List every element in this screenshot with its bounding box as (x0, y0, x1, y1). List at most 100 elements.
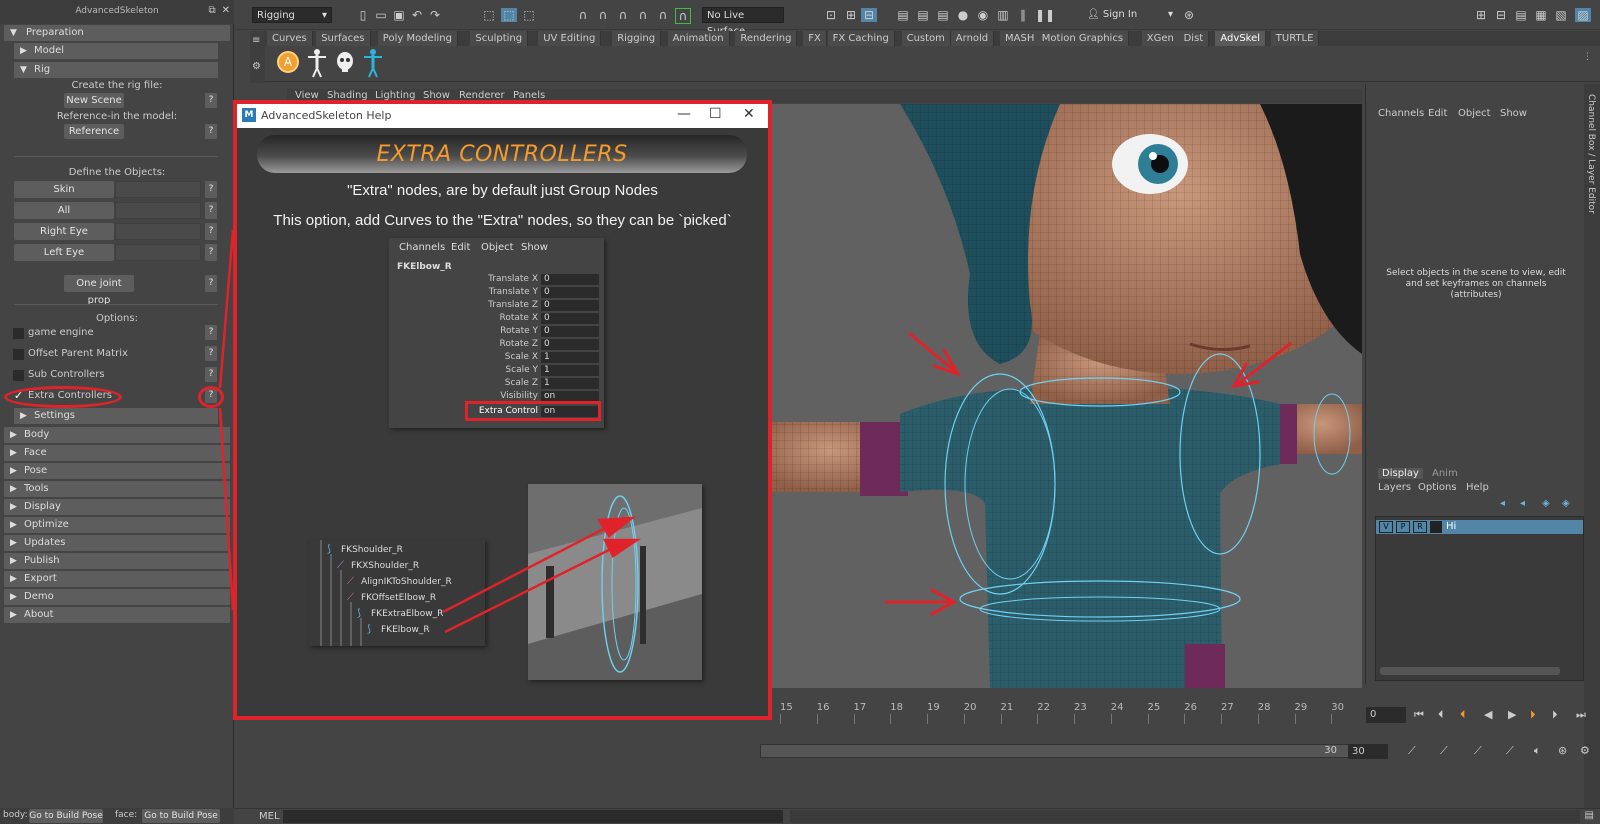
layer-color-swatch[interactable] (1430, 521, 1442, 533)
channel-box-side-label[interactable]: Channel Box / Layer Editor (1586, 94, 1596, 214)
shelf-tab-curves[interactable]: Curves (267, 31, 313, 46)
auto-key-icon[interactable]: ⊛ (1558, 744, 1567, 757)
snap-view-icon[interactable]: ∩ (655, 8, 671, 22)
shelf-tab-animation[interactable]: Animation (667, 31, 730, 46)
key-tangent-icon[interactable]: ⟋ (1506, 744, 1514, 758)
shelf-tab-sculpting[interactable]: Sculpting (470, 31, 529, 46)
tool-settings-icon[interactable]: ▧ (1553, 8, 1569, 22)
ipr-pause-icon[interactable]: ∥ (1015, 8, 1031, 22)
frame-publish[interactable]: ▶ Publish (4, 553, 230, 569)
select-hierarchy-icon[interactable]: ⬚ (481, 8, 497, 22)
shelf-scroll-icon[interactable]: ⋮ (1583, 52, 1592, 62)
workspace-icon[interactable]: ⊞ (1473, 8, 1489, 22)
frame-tools[interactable]: ▶ Tools (4, 481, 230, 497)
channels-menu-show[interactable]: Show (1500, 108, 1527, 119)
time-slider[interactable]: 15 16 17 18 19 20 21 22 23 24 25 26 27 28 29 30 (760, 700, 1360, 726)
close-icon[interactable]: ✕ (222, 5, 230, 16)
frame-preparation[interactable]: ▼ Preparation (4, 25, 230, 41)
snap-grid-icon[interactable]: ∩ (575, 8, 591, 22)
shelf-tab-mash[interactable]: MASH (1000, 31, 1041, 46)
step-back-key-icon[interactable]: ⏴ (1460, 708, 1466, 722)
help-button[interactable]: ? (205, 124, 217, 139)
layer-row[interactable]: V P R Hi (1376, 520, 1583, 534)
minimize-icon[interactable]: — (677, 106, 691, 122)
sound-icon[interactable]: 🔈︎ (1534, 744, 1541, 758)
new-empty-layer-icon[interactable]: ◈ (1542, 498, 1550, 509)
shelf-tab-arnold[interactable]: Arnold (950, 31, 995, 46)
menu-set-dropdown[interactable]: Rigging ▾ (252, 7, 332, 23)
maximize-icon[interactable]: ☐ (709, 106, 722, 122)
layer-tab-anim[interactable]: Anim (1432, 468, 1458, 479)
layer-menu-options[interactable]: Options (1418, 482, 1457, 493)
shelf-tab-turtle[interactable]: TURTLE (1270, 31, 1320, 46)
sub-controllers-checkbox[interactable] (13, 370, 24, 381)
shelf-tab-motion-graphics[interactable]: Motion Graphics (1036, 31, 1130, 46)
step-back-icon[interactable]: ⏴ (1438, 708, 1444, 722)
offset-parent-matrix-checkbox[interactable] (13, 349, 24, 360)
undo-icon[interactable]: ↶ (409, 8, 425, 22)
save-icon[interactable]: ▣ (391, 8, 407, 22)
mel-label[interactable]: MEL (259, 811, 280, 822)
select-object-icon[interactable]: ⬚ (501, 8, 517, 22)
arnold-icon[interactable]: ▥ (995, 8, 1011, 22)
move-layer-down-icon[interactable]: ◂ (1520, 498, 1525, 509)
frame-display[interactable]: ▶ Display (4, 499, 230, 515)
frame-optimize[interactable]: ▶ Optimize (4, 517, 230, 533)
picker-icon[interactable] (363, 48, 383, 78)
go-to-end-icon[interactable]: ⏭ (1576, 708, 1586, 722)
new-layer-selected-icon[interactable]: ◈ (1562, 498, 1570, 509)
new-scene-button[interactable]: New Scene (64, 93, 124, 108)
current-frame-field[interactable]: 0 (1366, 707, 1406, 723)
input-ops-icon[interactable]: ⊡ (823, 8, 839, 22)
snap-curve-icon[interactable]: ∩ (595, 8, 611, 22)
shelf-tab-dist[interactable]: Dist (1178, 31, 1210, 46)
right-eye-field[interactable] (115, 223, 201, 240)
preferences-icon[interactable]: ⚙ (1580, 744, 1590, 757)
render-view-icon[interactable]: ◉ (975, 8, 991, 22)
snap-point-icon[interactable]: ∩ (615, 8, 631, 22)
face-icon[interactable] (335, 51, 355, 75)
play-back-icon[interactable]: ◀ (1484, 708, 1492, 721)
frame-model[interactable]: ▶ Model (14, 43, 218, 59)
render-settings-icon[interactable]: ▤ (935, 8, 951, 22)
select-component-icon[interactable]: ⬚ (521, 8, 537, 22)
help-button[interactable]: ? (205, 93, 217, 108)
shelf-tab-xgen[interactable]: XGen (1141, 31, 1180, 46)
close-icon[interactable]: ✕ (743, 106, 755, 122)
channels-menu-object[interactable]: Object (1458, 108, 1491, 119)
shelf-tab-poly-modeling[interactable]: Poly Modeling (377, 31, 458, 46)
help-button[interactable]: ? (205, 181, 217, 198)
frame-settings[interactable]: ▶ Settings (14, 408, 218, 424)
frame-about[interactable]: ▶ About (4, 607, 230, 623)
body-build-pose-button[interactable]: Go to Build Pose (29, 809, 103, 823)
channels-menu-edit[interactable]: Edit (1428, 108, 1447, 119)
advskel-main-icon[interactable]: A (277, 51, 299, 73)
shelf-tab-surfaces[interactable]: Surfaces (316, 31, 371, 46)
frame-updates[interactable]: ▶ Updates (4, 535, 230, 551)
mel-input[interactable] (283, 810, 783, 823)
hypershade-icon[interactable]: ● (955, 8, 971, 22)
open-icon[interactable]: ▭ (373, 8, 389, 22)
attribute-editor-icon[interactable]: ▦ (1533, 8, 1549, 22)
help-button[interactable]: ? (205, 275, 217, 292)
help-search-icon[interactable]: ⊛ (1181, 8, 1197, 22)
float-icon[interactable]: ⧉ (208, 5, 215, 16)
pause-icon[interactable]: ❚❚ (1035, 8, 1055, 22)
go-to-start-icon[interactable]: ⏮ (1414, 708, 1424, 722)
construction-history-icon[interactable]: ⊞ (843, 8, 859, 22)
viewport[interactable] (760, 104, 1362, 688)
toggle-icon[interactable]: ⊟ (861, 8, 877, 22)
sign-in-dropdown[interactable]: 👤︎ Sign In ▾ (1083, 7, 1177, 23)
step-forward-icon[interactable]: ⏵ (1552, 708, 1558, 722)
character-controls-icon[interactable]: ▤ (1513, 8, 1529, 22)
key-tangent-icon[interactable]: ⟋ (1474, 744, 1482, 758)
play-forward-icon[interactable]: ▶ (1508, 708, 1516, 721)
skin-field[interactable] (115, 181, 201, 198)
range-slider[interactable]: 30 (760, 744, 1358, 758)
shelf-tab-advskel[interactable]: AdvSkel (1215, 31, 1267, 46)
layer-menu-layers[interactable]: Layers (1378, 482, 1411, 493)
layer-reference-toggle[interactable]: R (1413, 521, 1427, 533)
skeleton-icon[interactable] (307, 48, 327, 78)
shelf-tab-custom[interactable]: Custom (901, 31, 951, 46)
shelf-tab-fx[interactable]: FX (803, 31, 827, 46)
